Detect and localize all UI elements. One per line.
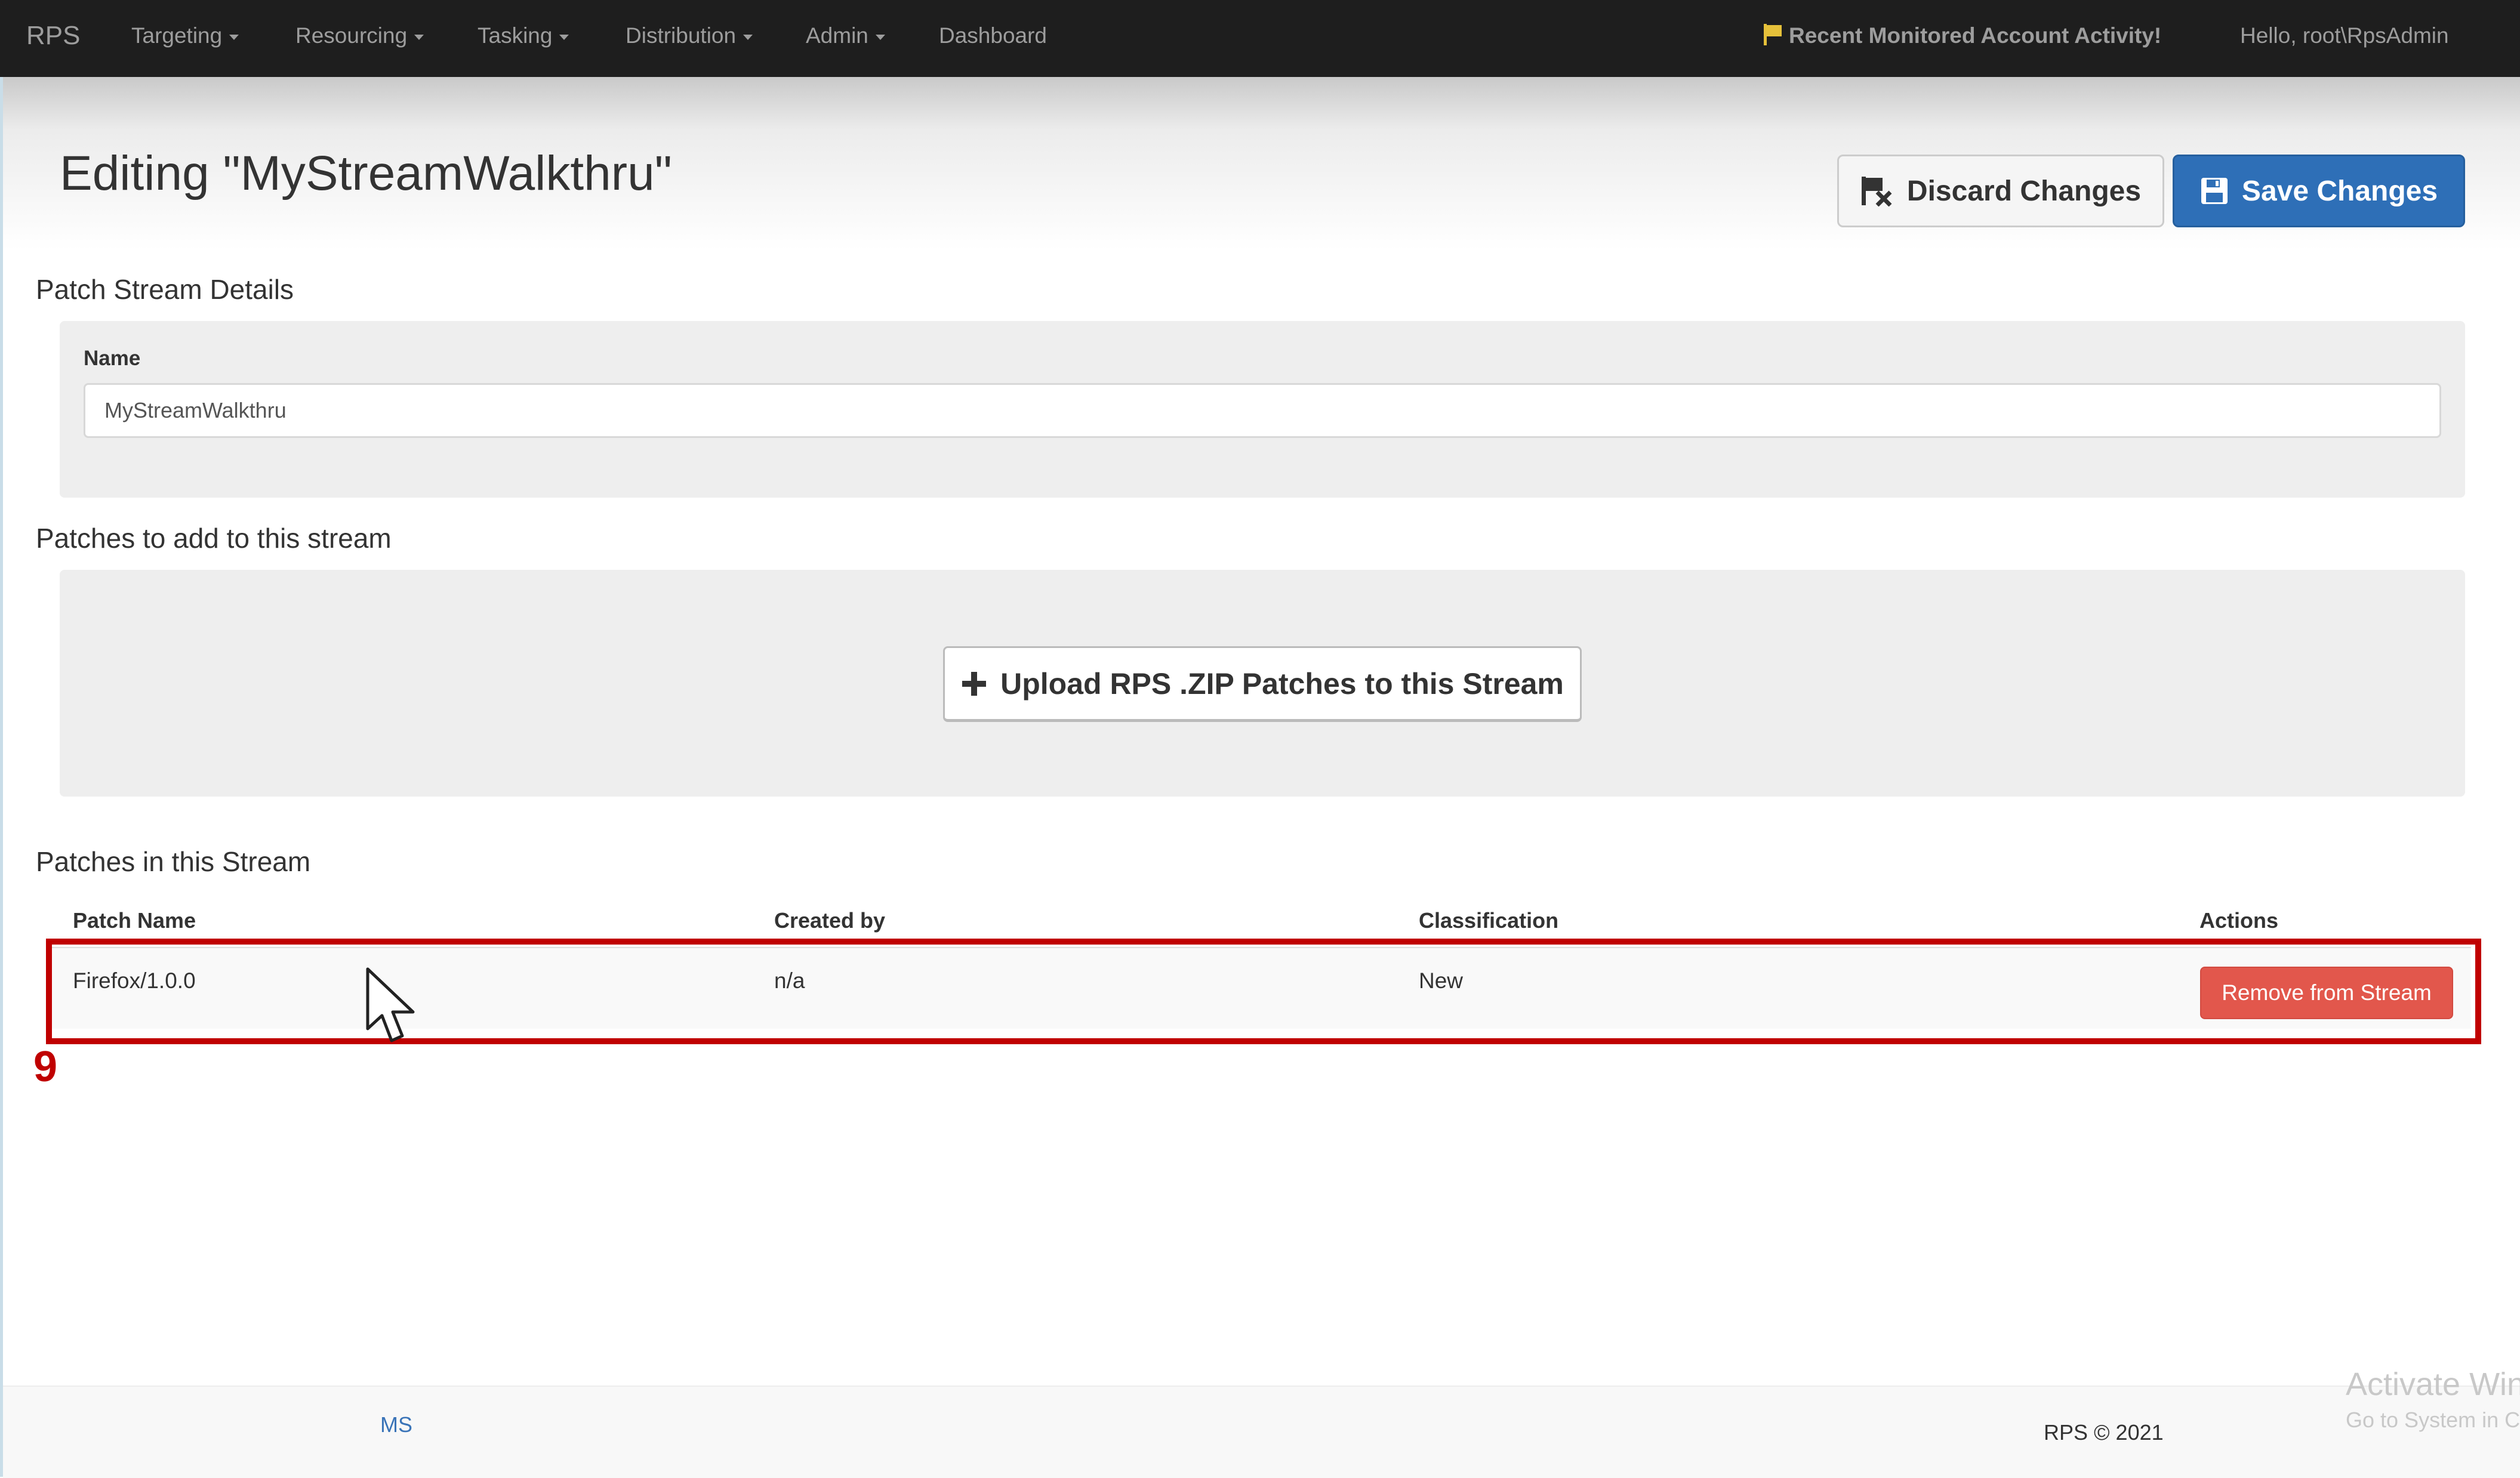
column-header-created-by: Created by bbox=[774, 908, 886, 933]
save-changes-button[interactable]: Save Changes bbox=[2173, 155, 2465, 227]
save-changes-label: Save Changes bbox=[2241, 175, 2438, 207]
nav-item-tasking[interactable]: Tasking bbox=[477, 0, 569, 77]
user-greeting[interactable]: Hello, root\RpsAdmin bbox=[2240, 0, 2449, 77]
plus-icon bbox=[961, 671, 987, 697]
activate-windows-watermark-title: Activate Win bbox=[2346, 1366, 2520, 1402]
nav-item-targeting[interactable]: Targeting bbox=[131, 0, 239, 77]
column-header-patch-name: Patch Name bbox=[73, 908, 196, 933]
footer-ms-link[interactable]: MS bbox=[380, 1414, 412, 1436]
upload-patches-button[interactable]: Upload RPS .ZIP Patches to this Stream bbox=[943, 646, 1582, 722]
discard-icon bbox=[1860, 175, 1894, 206]
caret-down-icon bbox=[414, 34, 424, 40]
caret-down-icon bbox=[743, 34, 753, 40]
created-by-cell: n/a bbox=[774, 968, 805, 993]
mouse-cursor-icon bbox=[365, 967, 419, 1053]
brand-logo[interactable]: RPS bbox=[26, 0, 80, 77]
floppy-disk-icon bbox=[2200, 177, 2229, 205]
nav-item-admin[interactable]: Admin bbox=[806, 0, 885, 77]
nav-item-distribution[interactable]: Distribution bbox=[626, 0, 753, 77]
nav-item-dashboard[interactable]: Dashboard bbox=[939, 0, 1047, 77]
footer-copyright: RPS © 2021 bbox=[2044, 1420, 2164, 1445]
patch-stream-details-heading: Patch Stream Details bbox=[36, 274, 294, 305]
upload-patches-label: Upload RPS .ZIP Patches to this Stream bbox=[1000, 667, 1564, 701]
flag-icon bbox=[1764, 24, 1782, 45]
column-header-classification: Classification bbox=[1419, 908, 1559, 933]
patches-in-stream-heading: Patches in this Stream bbox=[36, 846, 311, 877]
column-header-actions: Actions bbox=[2199, 908, 2279, 933]
recent-activity-link[interactable]: Recent Monitored Account Activity! bbox=[1764, 0, 2161, 77]
name-input[interactable] bbox=[84, 383, 2441, 438]
discard-changes-button[interactable]: Discard Changes bbox=[1837, 155, 2164, 227]
page-title: Editing "MyStreamWalkthru" bbox=[60, 146, 672, 200]
nav-item-resourcing[interactable]: Resourcing bbox=[295, 0, 424, 77]
activate-windows-watermark-subtitle: Go to System in C bbox=[2346, 1408, 2520, 1432]
patches-to-add-heading: Patches to add to this stream bbox=[36, 523, 392, 554]
top-navbar: RPS Targeting Resourcing Tasking Distrib… bbox=[0, 0, 2520, 77]
caret-down-icon bbox=[229, 34, 239, 40]
caret-down-icon bbox=[875, 34, 885, 40]
patch-name-cell: Firefox/1.0.0 bbox=[73, 968, 196, 993]
classification-cell: New bbox=[1419, 968, 1464, 993]
remove-from-stream-button[interactable]: Remove from Stream bbox=[2200, 967, 2453, 1019]
discard-changes-label: Discard Changes bbox=[1906, 175, 2142, 207]
step-number-label: 9 bbox=[33, 1043, 58, 1091]
caret-down-icon bbox=[559, 34, 569, 40]
name-field-label: Name bbox=[84, 347, 141, 370]
